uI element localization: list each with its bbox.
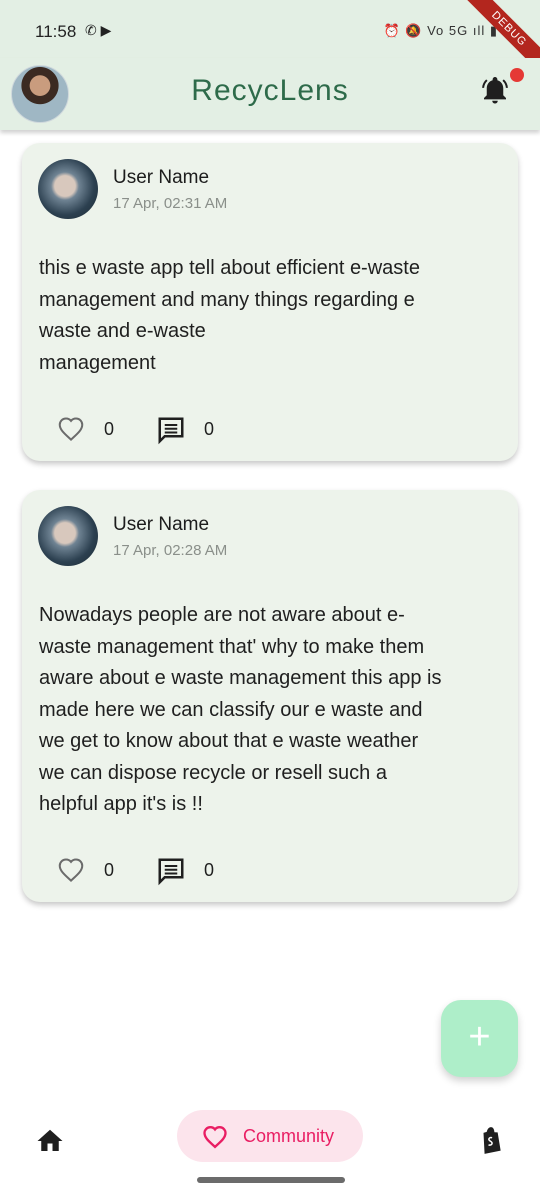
comment-count: 0 [204,419,215,439]
post-body: Nowadays people are not aware about e- w… [39,604,442,815]
heart-icon [203,1126,227,1149]
app-bar: RecycLens [0,58,540,130]
like-count: 0 [104,419,115,439]
comment-icon[interactable] [156,415,186,445]
post-date: 17 Apr, 02:28 AM [113,542,228,559]
shopping-bag-icon[interactable] [478,1126,504,1156]
status-app-icons: ✆ ▶ [85,22,112,38]
heart-icon[interactable] [56,855,86,885]
add-post-button[interactable]: + [441,1000,518,1077]
post-user-name: User Name [113,514,210,535]
heart-icon[interactable] [56,414,86,444]
comment-icon[interactable] [156,856,186,886]
status-system-icons: ⏰ 🔕 Vo 5G ıll ▮ [383,23,498,38]
status-time: 11:58 [35,22,77,41]
post-avatar[interactable] [38,506,98,566]
post-user-name: User Name [113,167,210,188]
post-body: this e waste app tell about efficient e-… [39,257,420,374]
bell-icon[interactable] [480,76,510,106]
app-title: RecycLens [191,74,349,107]
post-avatar[interactable] [38,159,98,219]
home-icon[interactable] [35,1126,65,1156]
notification-badge [510,68,524,82]
post-card[interactable]: User Name 17 Apr, 02:28 AM Nowadays peop… [22,490,518,902]
post-card[interactable]: User Name 17 Apr, 02:31 AM this e waste … [22,143,518,461]
like-count: 0 [104,860,115,880]
nav-item-community[interactable]: Community [177,1110,363,1162]
nav-label-community: Community [243,1126,335,1146]
post-date: 17 Apr, 02:31 AM [113,195,228,212]
comment-count: 0 [204,860,215,880]
home-indicator [197,1177,345,1183]
status-bar: 11:58 ✆ ▶ ⏰ 🔕 Vo 5G ıll ▮ DEBUG [0,0,540,82]
